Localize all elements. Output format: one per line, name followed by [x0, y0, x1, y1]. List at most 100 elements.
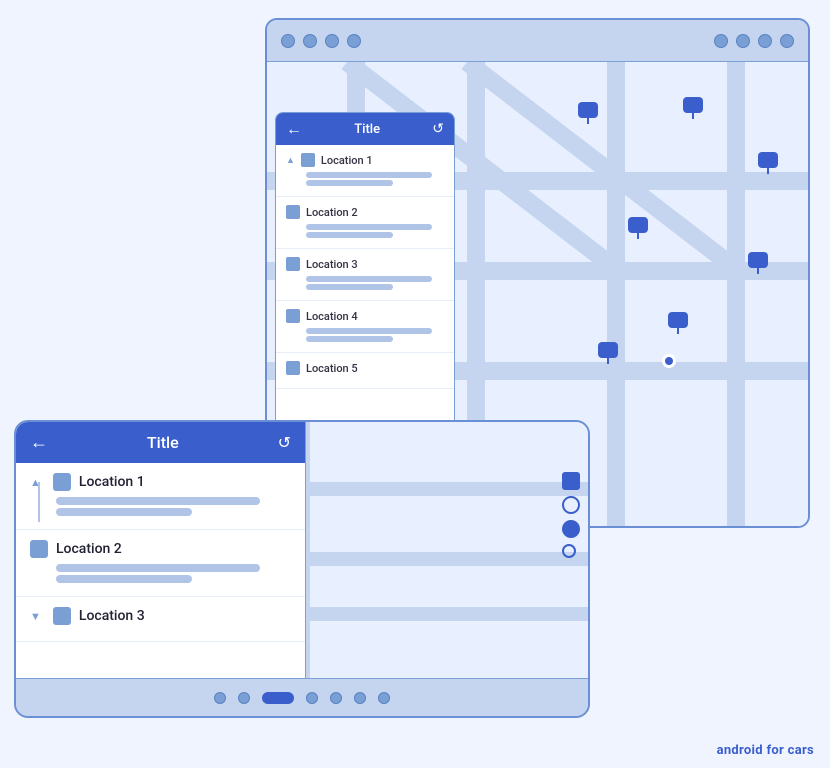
item-title: Location 3	[79, 608, 145, 624]
nav-dot	[238, 692, 250, 704]
pin-flag	[758, 152, 778, 168]
refresh-button[interactable]: ↺	[432, 121, 444, 137]
item-bar-short	[56, 508, 192, 516]
nav-dot	[354, 692, 366, 704]
pin-stem	[637, 233, 639, 239]
item-header: Location 2	[286, 205, 444, 219]
map-pin	[667, 312, 689, 338]
pin-stem	[677, 328, 679, 334]
item-bar-long	[56, 497, 260, 505]
location-dot	[662, 354, 676, 368]
refresh-button[interactable]: ↺	[278, 433, 291, 452]
brand-separator: for	[766, 743, 787, 758]
pin-flag	[683, 97, 703, 113]
item-icon	[301, 153, 315, 167]
item-bar-short	[306, 284, 393, 290]
map-pin	[757, 152, 779, 178]
front-panel-header: ← Title ↺	[16, 422, 305, 463]
pin-stem	[767, 168, 769, 174]
item-icon	[286, 257, 300, 271]
front-map-area: ← Title ↺ ▲ Location 1	[16, 422, 588, 678]
item-icon	[53, 473, 71, 491]
item-header: ▼ Location 3	[30, 607, 291, 625]
item-header: Location 2	[30, 540, 291, 558]
pin-stem	[757, 268, 759, 274]
title-bar-dot	[347, 34, 361, 48]
item-title: Location 1	[321, 154, 373, 167]
item-bar-short	[306, 232, 393, 238]
title-bar-dot	[281, 34, 295, 48]
control-circle-sm[interactable]	[562, 544, 576, 558]
list-item[interactable]: ▲ Location 1	[276, 145, 454, 197]
item-bar-short	[56, 575, 192, 583]
nav-dot	[214, 692, 226, 704]
list-item[interactable]: ▼ Location 3	[16, 597, 305, 642]
control-square[interactable]	[562, 472, 580, 490]
control-circle[interactable]	[562, 496, 580, 514]
nav-dot	[330, 692, 342, 704]
item-icon	[286, 361, 300, 375]
pin-stem	[692, 113, 694, 119]
front-panel-title: Title	[147, 433, 179, 452]
item-title: Location 5	[306, 362, 358, 375]
nav-pill[interactable]	[262, 692, 294, 704]
bottom-bar	[16, 678, 588, 716]
title-bar-dot	[736, 34, 750, 48]
nav-dot	[306, 692, 318, 704]
chevron-down-icon: ▼	[30, 610, 41, 623]
item-icon	[286, 205, 300, 219]
map-pin	[747, 252, 769, 278]
item-bar-long	[306, 276, 432, 282]
chevron-up-icon: ▲	[286, 155, 295, 166]
back-button[interactable]: ←	[286, 119, 302, 139]
item-icon	[286, 309, 300, 323]
item-header: ▲ Location 1	[286, 153, 444, 167]
map-pin	[627, 217, 649, 243]
item-bar-long	[56, 564, 260, 572]
list-item[interactable]: Location 2	[16, 530, 305, 597]
item-header: ▲ Location 1	[30, 473, 291, 491]
list-item[interactable]: ▲ Location 1	[16, 463, 305, 530]
item-icon	[30, 540, 48, 558]
item-title: Location 2	[306, 206, 358, 219]
pin-flag	[668, 312, 688, 328]
list-item[interactable]: Location 5	[276, 353, 454, 389]
item-title: Location 1	[79, 474, 145, 490]
pin-flag	[598, 342, 618, 358]
item-bar-short	[306, 336, 393, 342]
pin-stem	[587, 118, 589, 124]
item-bar-long	[306, 172, 432, 178]
back-panel-title: Title	[354, 122, 380, 137]
title-bar-dot	[325, 34, 339, 48]
title-bar-dot	[758, 34, 772, 48]
back-button[interactable]: ←	[30, 432, 48, 453]
title-bar-dot	[714, 34, 728, 48]
map-pin	[597, 342, 619, 368]
back-window-title-bar	[267, 20, 808, 62]
list-item[interactable]: Location 3	[276, 249, 454, 301]
item-bar-long	[306, 328, 432, 334]
back-panel-header: ← Title ↺	[276, 113, 454, 145]
title-bar-dot	[303, 34, 317, 48]
front-panel: ← Title ↺ ▲ Location 1	[16, 422, 306, 678]
item-bar-long	[306, 224, 432, 230]
map-pin	[577, 102, 599, 128]
item-title: Location 2	[56, 541, 122, 557]
brand-text: android for cars	[717, 743, 814, 758]
list-item[interactable]: Location 2	[276, 197, 454, 249]
list-item[interactable]: Location 4	[276, 301, 454, 353]
pin-flag	[578, 102, 598, 118]
item-title: Location 3	[306, 258, 358, 271]
item-icon	[53, 607, 71, 625]
pin-flag	[628, 217, 648, 233]
front-right-controls	[562, 472, 580, 558]
item-header: Location 4	[286, 309, 444, 323]
brand-name: android	[717, 743, 763, 758]
nav-dot	[378, 692, 390, 704]
item-title: Location 4	[306, 310, 358, 323]
item-bar-short	[306, 180, 393, 186]
item-header: Location 3	[286, 257, 444, 271]
map-pin	[682, 97, 704, 123]
control-dot[interactable]	[562, 520, 580, 538]
front-window: ← Title ↺ ▲ Location 1	[14, 420, 590, 718]
